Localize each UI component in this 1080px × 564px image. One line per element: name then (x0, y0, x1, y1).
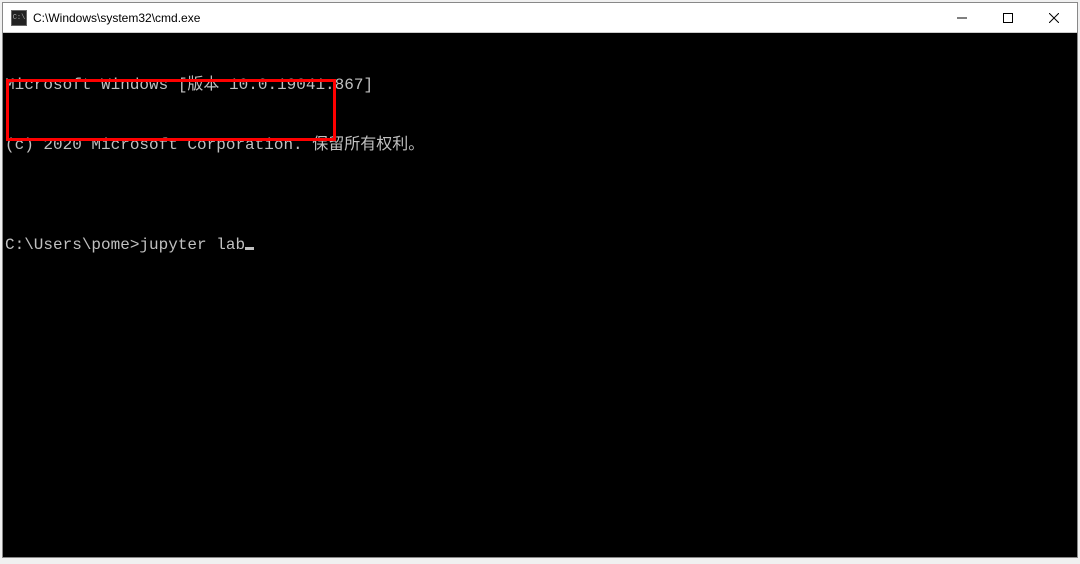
maximize-icon (1003, 13, 1013, 23)
terminal-line-copyright: (c) 2020 Microsoft Corporation. 保留所有权利。 (5, 135, 424, 155)
cmd-icon: C:\ (11, 10, 27, 26)
terminal-line-version: Microsoft Windows [版本 10.0.19041.867] (5, 75, 424, 95)
terminal-body[interactable]: Microsoft Windows [版本 10.0.19041.867] (c… (3, 33, 1077, 557)
close-button[interactable] (1031, 3, 1077, 32)
command-text: jupyter lab (139, 236, 245, 254)
close-icon (1049, 13, 1059, 23)
prompt-text: C:\Users\pome> (5, 236, 139, 254)
minimize-icon (957, 13, 967, 23)
cmd-icon-text: C:\ (13, 14, 26, 22)
cursor (245, 247, 254, 250)
terminal-line-prompt: C:\Users\pome>jupyter lab (5, 235, 424, 255)
maximize-button[interactable] (985, 3, 1031, 32)
terminal-content: Microsoft Windows [版本 10.0.19041.867] (c… (5, 35, 424, 295)
cmd-window: C:\ C:\Windows\system32\cmd.exe Microsof… (2, 2, 1078, 558)
window-title: C:\Windows\system32\cmd.exe (33, 11, 939, 25)
minimize-button[interactable] (939, 3, 985, 32)
titlebar[interactable]: C:\ C:\Windows\system32\cmd.exe (3, 3, 1077, 33)
window-controls (939, 3, 1077, 32)
